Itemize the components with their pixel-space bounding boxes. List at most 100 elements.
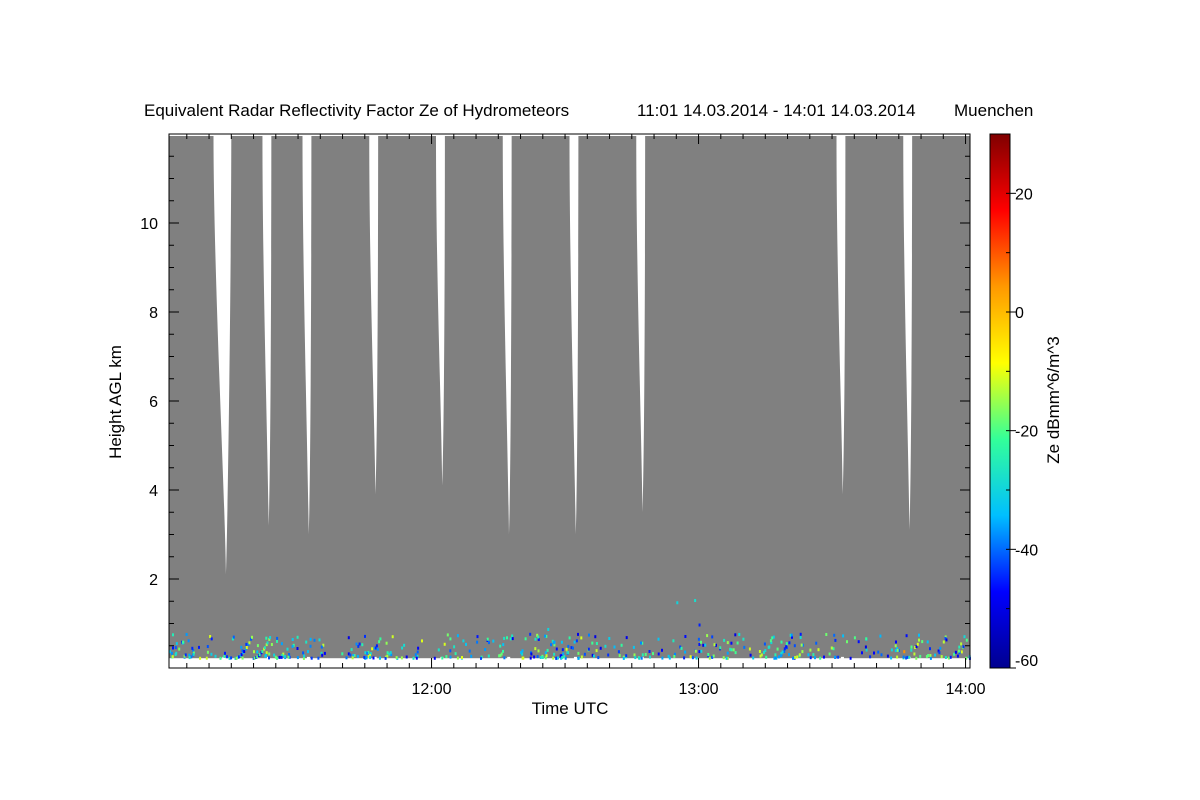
echo-pixel — [921, 640, 924, 644]
echo-pixel — [706, 634, 709, 638]
echo-pixel — [697, 637, 700, 641]
echo-pixel — [188, 656, 191, 660]
echo-pixel — [278, 655, 281, 659]
echo-pixel — [351, 656, 354, 660]
echo-pixel — [913, 652, 916, 656]
colorbar-ticks: -60 -40 -20 0 20 — [1006, 186, 1038, 670]
echo-pixel — [758, 650, 761, 653]
echo-pixel — [960, 642, 963, 646]
echo-pixel — [625, 654, 628, 658]
echo-pixel — [763, 642, 766, 646]
echo-pixel — [834, 638, 837, 642]
echo-pixel — [846, 640, 848, 644]
echo-pixel — [771, 636, 774, 640]
echo-pixel — [776, 647, 779, 651]
echo-pixel — [830, 646, 833, 650]
echo-pixel — [184, 653, 187, 657]
echo-pixel — [534, 647, 537, 651]
echo-pixel — [305, 640, 308, 644]
echo-pixel — [456, 656, 459, 660]
echo-pixel — [890, 656, 893, 660]
echo-pixel — [780, 640, 783, 644]
echo-pixel — [929, 647, 931, 651]
echo-pixel — [280, 655, 283, 659]
echo-pixel — [567, 644, 570, 648]
echo-pixel — [276, 639, 278, 643]
echo-pixel — [441, 656, 444, 660]
echo-pixel — [769, 639, 772, 643]
echo-pixel — [588, 633, 590, 637]
echo-pixel — [174, 646, 177, 650]
echo-pixel — [640, 656, 643, 660]
echo-pixel — [287, 655, 290, 659]
echo-pixel — [546, 648, 549, 652]
echo-pixel — [552, 641, 555, 645]
echo-pixel — [412, 656, 415, 660]
echo-pixel — [421, 639, 423, 643]
echo-pixel — [594, 635, 597, 639]
echo-pixel — [256, 644, 259, 648]
echo-pixel — [553, 652, 556, 656]
echo-pixel — [376, 647, 379, 651]
echo-pixel — [384, 656, 387, 660]
echo-pixel — [453, 645, 456, 649]
echo-pixel — [595, 642, 598, 645]
echo-pixel — [722, 656, 725, 660]
echo-pixel — [468, 649, 471, 653]
echo-pixel — [842, 634, 845, 638]
echo-pixel — [171, 655, 174, 659]
echo-pixel — [533, 655, 536, 659]
echo-pixel — [261, 650, 264, 654]
echo-pixel — [449, 637, 452, 641]
echo-pixel — [270, 643, 273, 646]
echo-pixel — [595, 649, 598, 653]
echo-pixel — [537, 649, 540, 653]
echo-pixel — [661, 648, 663, 652]
echo-pixel — [684, 650, 687, 654]
echo-pixel — [187, 639, 190, 643]
echo-pixel — [241, 656, 244, 660]
echo-pixel — [309, 637, 312, 641]
echo-pixel — [834, 655, 836, 659]
echo-pixel — [632, 645, 635, 649]
echo-pixel — [809, 656, 812, 660]
echo-pixel — [323, 651, 326, 655]
echo-pixel — [929, 656, 932, 660]
echo-pixel — [607, 653, 610, 657]
echo-pixel — [389, 651, 392, 655]
colorbar-tick-label-4: 0 — [1015, 305, 1024, 322]
echo-pixel — [680, 646, 683, 650]
echo-pixel — [577, 632, 579, 636]
echo-pixel — [537, 635, 540, 639]
y-tick-label-5: 10 — [140, 216, 158, 233]
echo-pixel — [265, 651, 268, 655]
echo-pixel — [366, 651, 369, 655]
echo-pixel — [760, 653, 763, 657]
echo-pixel — [210, 637, 213, 641]
echo-pixel — [918, 633, 920, 637]
echo-pixel — [251, 635, 253, 639]
plot-area — [168, 133, 971, 669]
echo-pixel — [865, 637, 868, 641]
echo-pixel — [837, 655, 840, 659]
echo-pixel — [524, 637, 527, 641]
echo-pixel — [243, 650, 246, 653]
echo-pixel — [940, 655, 943, 659]
x-tick-label-1: 12:00 — [412, 681, 452, 698]
echo-pixel — [544, 634, 547, 638]
echo-pixel — [634, 656, 637, 660]
echo-pixel — [401, 646, 404, 650]
echo-pixel — [503, 636, 506, 640]
echo-pixel — [785, 645, 788, 649]
echo-pixel — [801, 650, 804, 654]
echo-pixel — [725, 656, 728, 660]
colorbar-tick-label-5: 20 — [1015, 186, 1033, 203]
echo-pixel — [268, 652, 271, 656]
echo-pixel — [487, 654, 490, 658]
echo-pixel — [561, 648, 564, 652]
echo-pixel — [313, 638, 316, 642]
echo-pixel — [283, 655, 286, 658]
echo-pixel — [934, 653, 937, 657]
echo-pixel — [778, 655, 780, 659]
echo-pixel — [563, 655, 566, 659]
